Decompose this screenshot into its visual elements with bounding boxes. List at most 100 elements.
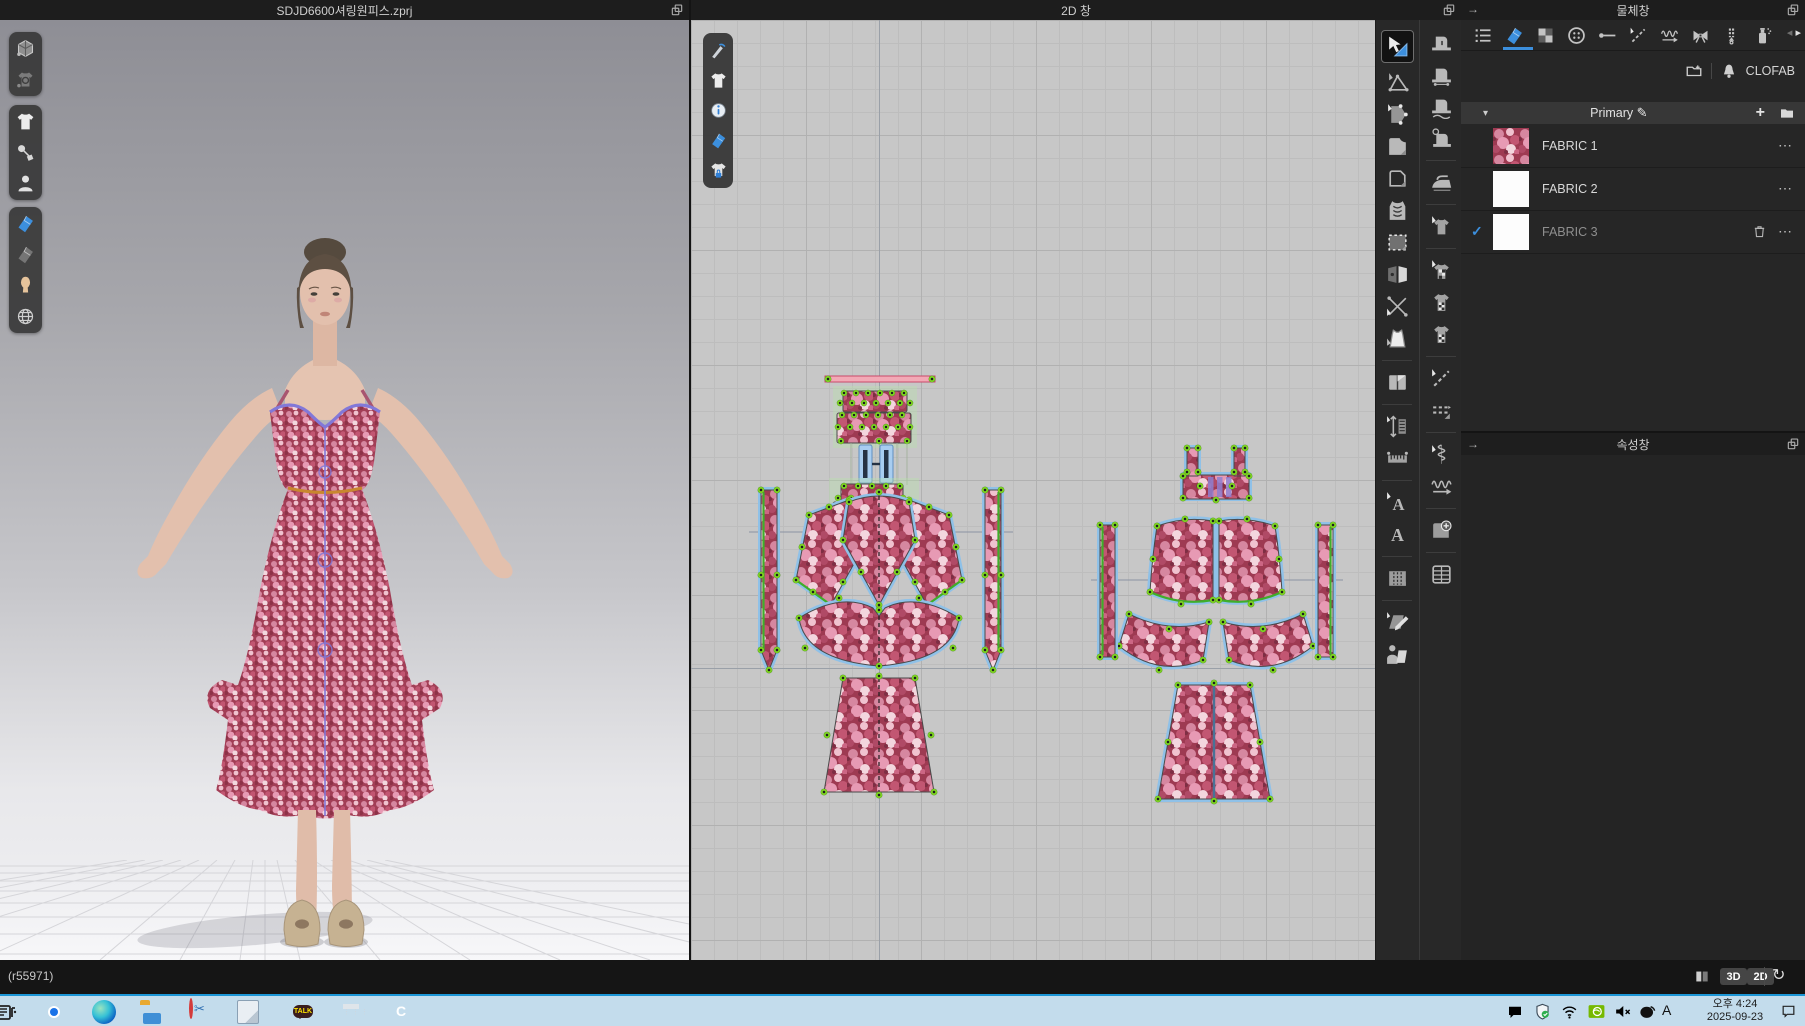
object-browser-titlebar[interactable]: → 물체창 <box>1461 0 1805 20</box>
fabric-mesh-icon[interactable] <box>15 244 36 265</box>
fabric-row-3[interactable]: ✓ FABRIC 3 ⋯ <box>1461 210 1805 254</box>
2d-window-titlebar[interactable]: 2D 창 <box>691 0 1461 20</box>
garment-settings-icon[interactable] <box>15 69 36 90</box>
edit-sewing-tool[interactable] <box>1429 30 1454 55</box>
shirring-tab-icon[interactable] <box>1659 25 1680 46</box>
edit-curve-tool[interactable] <box>1385 102 1410 127</box>
pattern-outline-tool[interactable] <box>1385 326 1410 351</box>
pattern-piece-back-strip-right[interactable] <box>1315 522 1337 661</box>
add-fabric-button[interactable]: + <box>1756 104 1765 122</box>
tray-nvidia-icon[interactable] <box>1587 1002 1606 1021</box>
tray-security-shield-icon[interactable] <box>1533 1002 1552 1021</box>
pattern-piece-skirt-center-front[interactable] <box>840 489 919 609</box>
tray-dish-icon[interactable] <box>1638 1002 1657 1021</box>
fabric-texture-icon[interactable] <box>15 213 36 234</box>
tray-volume-muted-icon[interactable] <box>1613 1002 1632 1021</box>
pattern-piece-back-flounce-left[interactable] <box>1116 611 1213 674</box>
texture-small-tool[interactable] <box>1429 290 1454 315</box>
add-text-tool[interactable] <box>1385 522 1410 547</box>
ruler-tool[interactable] <box>1385 446 1410 471</box>
fabric-folder-icon[interactable] <box>1779 105 1795 121</box>
show-avatar-icon[interactable] <box>15 173 36 194</box>
button-tab-icon[interactable] <box>1566 25 1587 46</box>
pattern-piece-back-flounce-right[interactable] <box>1220 611 1317 674</box>
notification-center-icon[interactable] <box>1780 1003 1797 1019</box>
fabric-2-menu[interactable]: ⋯ <box>1778 180 1793 197</box>
pleats-tool[interactable] <box>1385 566 1410 591</box>
edit-shirring-tool[interactable] <box>1429 442 1454 467</box>
pattern-piece-lower-skirt-back[interactable] <box>1155 680 1274 805</box>
pattern-piece-waist-strip[interactable] <box>825 376 936 383</box>
topstitch-tool[interactable] <box>1429 398 1454 423</box>
pattern-piece-back-bodice[interactable] <box>1180 445 1253 504</box>
fabric-3-menu[interactable]: ⋯ <box>1778 223 1793 240</box>
float-window-icon[interactable] <box>670 3 684 17</box>
property-window-header[interactable]: → 속성창 <box>1461 431 1805 455</box>
pattern-piece-back-strip-left[interactable] <box>1097 522 1119 661</box>
dock-arrow-icon[interactable]: → <box>1467 437 1479 451</box>
lock-pattern-icon[interactable] <box>709 161 728 180</box>
fabric-group-header[interactable]: ▾ Primary ✎ + <box>1461 102 1805 124</box>
pin-tool-icon[interactable] <box>15 142 36 163</box>
shirring-vest-tool[interactable] <box>1385 198 1410 223</box>
fabric-row-2[interactable]: FABRIC 2 ⋯ <box>1461 167 1805 211</box>
rename-pencil-icon[interactable]: ✎ <box>1637 105 1648 120</box>
edit-measure-tool[interactable] <box>1385 414 1410 439</box>
view-3d-button[interactable]: 3D <box>1720 968 1747 985</box>
fabric-2-swatch[interactable] <box>1493 171 1529 207</box>
avatar-head-icon[interactable] <box>15 275 36 296</box>
refresh-icon[interactable]: ↻ <box>1772 965 1785 985</box>
detect-sewing-tool[interactable] <box>1429 126 1454 151</box>
fabric-1-swatch[interactable] <box>1493 128 1529 164</box>
avatar-3d[interactable] <box>60 230 590 952</box>
pattern-piece-back-skirt-panel-right[interactable] <box>1216 516 1286 608</box>
fabric-texture-2d-icon[interactable] <box>709 131 728 150</box>
delete-fabric-icon[interactable] <box>1752 224 1767 239</box>
clofab-bell-icon[interactable] <box>1720 62 1738 80</box>
needle-tool-icon[interactable] <box>709 41 728 60</box>
create-polygon-tool[interactable] <box>1385 166 1410 191</box>
flattening-pen-tool[interactable] <box>1385 610 1410 635</box>
fabric-tab-icon[interactable] <box>1504 25 1525 46</box>
edit-pattern-tool[interactable] <box>1385 70 1410 95</box>
select-garment-tool[interactable] <box>1429 214 1454 239</box>
fuse-iron-tool[interactable] <box>1429 170 1454 195</box>
2d-pattern-canvas[interactable]: .sa{stroke:#8fc1e8;stroke-width:6;fill:n… <box>691 20 1375 960</box>
edit-text-tool[interactable] <box>1385 490 1410 515</box>
taskbar-input-icon[interactable] <box>0 1000 18 1024</box>
tray-wifi-icon[interactable] <box>1560 1002 1579 1021</box>
taskbar-clock[interactable]: 오후 4:24 2025-09-23 <box>1690 998 1780 1024</box>
float-window-icon[interactable] <box>1786 3 1800 17</box>
edit-topstitch-tool[interactable] <box>1429 366 1454 391</box>
show-garment-2d-icon[interactable] <box>709 71 728 90</box>
3d-window-titlebar[interactable]: SDJD6600셔링원피스.zprj <box>0 0 689 20</box>
add-pattern-tool[interactable] <box>1429 518 1454 543</box>
texture-tool[interactable] <box>1429 322 1454 347</box>
topstitch-tab-icon[interactable] <box>1628 25 1649 46</box>
shirring-tool[interactable] <box>1429 474 1454 499</box>
split-view-icon[interactable] <box>1693 968 1711 985</box>
flattening-avatar-tool[interactable] <box>1385 642 1410 667</box>
texture-tab-icon[interactable] <box>1535 25 1556 46</box>
fabric-1-menu[interactable]: ⋯ <box>1778 137 1793 154</box>
ime-indicator[interactable]: A <box>1662 1002 1671 1018</box>
pattern-piece-bodice-cluster-upper[interactable] <box>833 386 917 448</box>
transform-pattern-tool[interactable] <box>1381 30 1414 63</box>
dart-tool[interactable] <box>1385 262 1410 287</box>
pattern-piece-side-strip-left[interactable] <box>758 487 781 674</box>
notepad-icon[interactable] <box>237 1000 259 1024</box>
snipping-tool-icon[interactable] <box>189 998 193 1019</box>
pattern-piece-back-skirt-panel-left[interactable] <box>1147 516 1217 608</box>
info-icon[interactable] <box>709 101 728 120</box>
clofab-label[interactable]: CLOFAB <box>1746 64 1795 78</box>
toolbar-scroll-arrows[interactable]: ◂ ▸ <box>1787 26 1801 39</box>
trace-tool[interactable] <box>1385 230 1410 255</box>
pattern-piece-lower-skirt-front[interactable] <box>821 673 938 799</box>
dock-arrow-icon[interactable]: → <box>1467 2 1479 16</box>
float-window-icon[interactable] <box>1442 3 1456 17</box>
view-2d-button[interactable]: 2D <box>1747 968 1774 985</box>
create-pattern-tool[interactable] <box>1385 134 1410 159</box>
edge-icon[interactable] <box>92 1000 116 1024</box>
free-sewing-tool[interactable] <box>1429 94 1454 119</box>
edit-texture-tool[interactable] <box>1429 258 1454 283</box>
